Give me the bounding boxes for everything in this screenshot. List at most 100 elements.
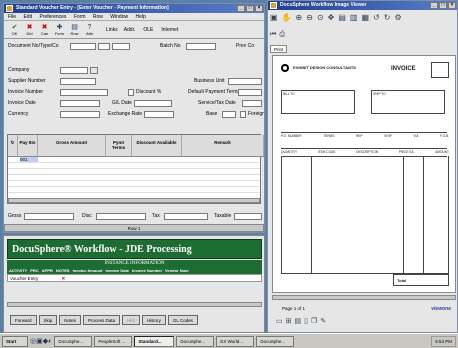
col-invoice-number: Invoice Number bbox=[132, 268, 163, 273]
maximize-button[interactable]: □ bbox=[246, 5, 254, 12]
grid-header-gross[interactable]: Gross Amount bbox=[38, 135, 106, 157]
zoom-icon[interactable]: ⊙ bbox=[317, 13, 324, 22]
fit-page-icon[interactable]: ▤ bbox=[338, 13, 346, 22]
list-icon[interactable]: ▤ bbox=[295, 317, 302, 325]
minimize-button[interactable]: _ bbox=[237, 5, 245, 12]
grid-header-terms[interactable]: Pymt Terms bbox=[106, 135, 132, 157]
task-docusphere-2[interactable]: DocuSphe... bbox=[176, 335, 215, 347]
viewer-maximize-button[interactable]: □ bbox=[439, 2, 447, 9]
menu-edit[interactable]: Edit bbox=[23, 14, 32, 20]
discount-checkbox[interactable] bbox=[128, 89, 134, 96]
task-docusphere-3[interactable]: DocuSphe... bbox=[256, 335, 295, 347]
close-button[interactable]: × bbox=[255, 5, 263, 12]
settings-icon[interactable]: ⚙ bbox=[394, 13, 401, 22]
internet-checkbox[interactable]: Internet bbox=[161, 27, 178, 33]
viewer-scrollbar[interactable] bbox=[272, 295, 456, 300]
doc-number-field[interactable] bbox=[70, 43, 96, 50]
menu-row[interactable]: Row bbox=[93, 14, 103, 20]
disc-total-label: Disc bbox=[82, 213, 92, 219]
viewer-toolbar: ▣ ✋ ⊕ ⊖ ⊙ ✥ ▤ ▥ ▦ ↺ ↻ ⚙ bbox=[270, 13, 402, 22]
copy-icon[interactable]: ❐ bbox=[311, 317, 317, 325]
grid-row[interactable] bbox=[8, 187, 260, 193]
row-button[interactable]: ▤ Row bbox=[68, 24, 81, 36]
task-ex-world[interactable]: EX World... bbox=[216, 335, 255, 347]
start-button[interactable]: Start bbox=[2, 335, 28, 347]
reject-icon[interactable]: ✕ bbox=[62, 276, 66, 281]
menu-window[interactable]: Window bbox=[110, 14, 128, 20]
business-unit-field[interactable] bbox=[228, 78, 262, 85]
quick-launch-icons[interactable]: ◎▣◆◐ bbox=[30, 337, 52, 345]
process-data-button[interactable]: Process Data bbox=[83, 315, 121, 325]
rotate-right-icon[interactable]: ↻ bbox=[384, 13, 391, 22]
rotate-left-icon[interactable]: ↺ bbox=[373, 13, 380, 22]
gl-codes-button[interactable]: GL Codes bbox=[167, 315, 198, 325]
terms-header: TERMS bbox=[323, 134, 335, 138]
grid-header-remark[interactable]: Remark bbox=[182, 135, 264, 157]
grid-cell-pay-item[interactable]: 001 bbox=[20, 157, 38, 162]
doc-type-field[interactable] bbox=[98, 43, 110, 50]
instance-row[interactable]: Voucher Entry ✕ bbox=[7, 274, 262, 282]
menu-help[interactable]: Help bbox=[135, 14, 145, 20]
viewer-close-button[interactable]: × bbox=[448, 2, 456, 9]
zoom-out-icon[interactable]: ⊖ bbox=[306, 13, 313, 22]
menu-form[interactable]: Form bbox=[74, 14, 86, 20]
hand-icon[interactable]: ✋ bbox=[282, 13, 292, 22]
form-button[interactable]: ✚ Form bbox=[53, 24, 66, 36]
help-icon: ? bbox=[87, 23, 92, 31]
print-icon[interactable]: ⎙ bbox=[279, 31, 285, 39]
ole-checkbox[interactable]: OLE bbox=[143, 27, 153, 33]
ok-button[interactable]: ✔ OK bbox=[8, 24, 21, 36]
first-page-icon[interactable]: ⏮ bbox=[270, 31, 276, 39]
viewer-minimize-button[interactable]: _ bbox=[430, 2, 438, 9]
notes-button[interactable]: Notes bbox=[59, 315, 82, 325]
task-standard-voucher[interactable]: Standard... bbox=[134, 335, 175, 347]
grid-header-discount[interactable]: Discount Available bbox=[132, 135, 182, 157]
payment-terms-field[interactable] bbox=[238, 89, 262, 96]
zoom-in-icon[interactable]: ⊕ bbox=[296, 13, 303, 22]
print-tab[interactable]: Print bbox=[270, 45, 288, 53]
batch-field[interactable] bbox=[186, 43, 216, 50]
task-peoplesoft[interactable]: PeopleSoft ... bbox=[94, 335, 133, 347]
gl-date-field[interactable] bbox=[134, 100, 172, 107]
row-icon: ▤ bbox=[71, 23, 78, 31]
menu-file[interactable]: File bbox=[8, 14, 16, 20]
hist-button[interactable]: Hist bbox=[122, 315, 140, 325]
grid-header-pay-item[interactable]: Pay Itm bbox=[18, 135, 38, 157]
move-icon[interactable]: ✥ bbox=[328, 13, 335, 22]
company-field[interactable] bbox=[60, 67, 88, 74]
open-icon[interactable]: ▣ bbox=[270, 13, 278, 22]
delete-button[interactable]: ✖ Del bbox=[23, 24, 36, 36]
skip-button[interactable]: Skip bbox=[38, 315, 58, 325]
company-search-icon[interactable] bbox=[90, 67, 98, 74]
supplier-field[interactable] bbox=[60, 78, 96, 85]
links-menu[interactable]: Links bbox=[106, 27, 118, 33]
menu-preferences[interactable]: Preferences bbox=[39, 14, 66, 20]
attach-button[interactable]: ? Attn bbox=[83, 24, 96, 36]
foreign-checkbox[interactable] bbox=[240, 111, 246, 118]
cancel-button[interactable]: ✖ Can bbox=[38, 24, 51, 36]
currency-field[interactable] bbox=[60, 111, 100, 118]
view-icon[interactable]: ⊞ bbox=[286, 317, 292, 325]
thumbnail-icon[interactable]: ▭ bbox=[276, 317, 283, 325]
viewer-title-bar: DocuSphere Workflow Image Viewer _ □ × bbox=[268, 1, 457, 10]
exchange-rate-field[interactable] bbox=[144, 111, 174, 118]
forward-button[interactable]: Forward bbox=[10, 315, 37, 325]
quantity-header: QUANTITY bbox=[281, 150, 298, 154]
grid-horizontal-scrollbar[interactable] bbox=[8, 198, 260, 203]
workflow-scrollbar[interactable] bbox=[7, 302, 262, 307]
address-book-button[interactable]: Addr. bbox=[124, 27, 136, 33]
page-icon[interactable]: ▯ bbox=[304, 317, 308, 325]
toolbar: ✔ OK ✖ Del ✖ Can ✚ Form ▤ Row ? Attn Links Add… bbox=[4, 21, 264, 39]
task-docusphere-1[interactable]: DocuSphe... bbox=[54, 335, 93, 347]
service-date-label: Service/Tax Date bbox=[198, 100, 236, 106]
invoice-date-field[interactable] bbox=[60, 100, 100, 107]
base-field[interactable] bbox=[222, 111, 236, 118]
service-date-field[interactable] bbox=[242, 100, 262, 107]
cancel-icon: ✖ bbox=[41, 23, 48, 31]
history-button[interactable]: History bbox=[141, 315, 166, 325]
invoice-number-field[interactable] bbox=[60, 89, 108, 96]
fit-width-icon[interactable]: ▥ bbox=[350, 13, 358, 22]
annotate-icon[interactable]: ✎ bbox=[320, 317, 326, 325]
grid-icon[interactable]: ▦ bbox=[361, 13, 369, 22]
doc-company-field[interactable] bbox=[112, 43, 130, 50]
